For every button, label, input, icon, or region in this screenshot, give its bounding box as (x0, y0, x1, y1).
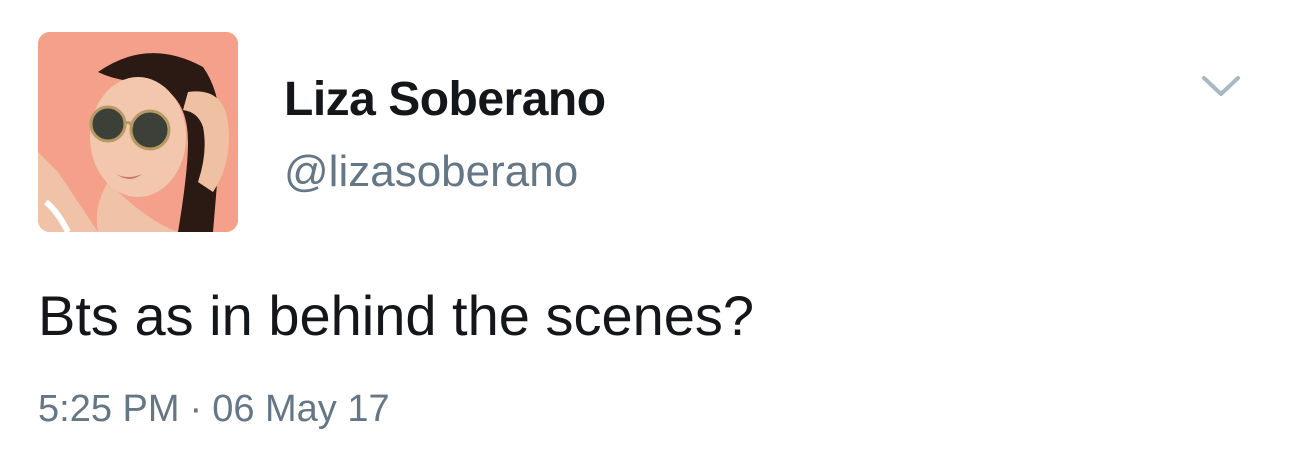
timestamp-separator: · (189, 388, 203, 430)
avatar[interactable] (38, 32, 238, 232)
tweet-text: Bts as in behind the scenes? (38, 284, 755, 347)
tweet-card: Liza Soberano @lizasoberano Bts as in be… (0, 0, 1309, 456)
tweet-timestamp[interactable]: 5:25 PM · 06 May 17 (38, 390, 390, 428)
author-display-name[interactable]: Liza Soberano (284, 76, 606, 124)
profile-photo-icon (38, 32, 238, 232)
tweet-time: 5:25 PM (38, 388, 180, 430)
tweet-date: 06 May 17 (212, 388, 390, 430)
chevron-down-icon[interactable] (1196, 66, 1246, 106)
author-handle[interactable]: @lizasoberano (284, 150, 578, 194)
